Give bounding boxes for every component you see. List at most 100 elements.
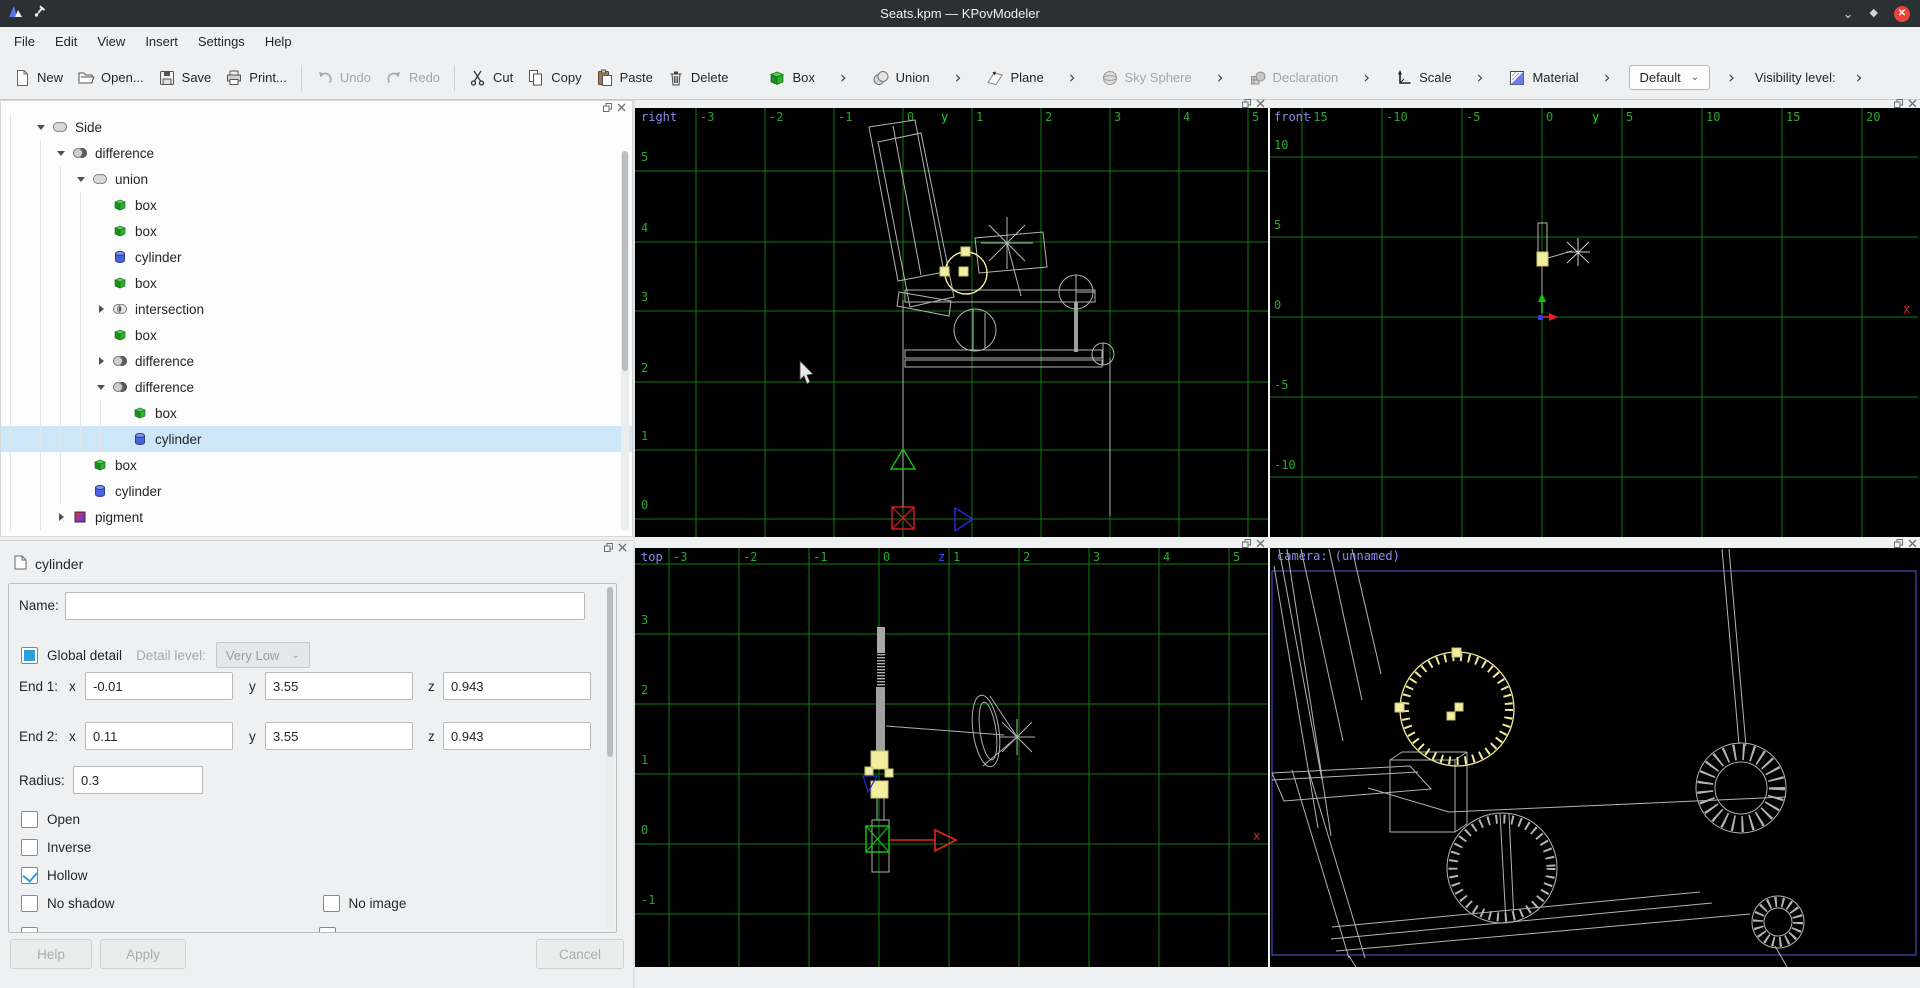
- tree-item-difference[interactable]: difference: [1, 140, 632, 166]
- apply-button[interactable]: Apply: [100, 939, 186, 969]
- name-input[interactable]: [65, 592, 585, 620]
- dock-float-icon[interactable]: [1242, 539, 1251, 548]
- properties-scrollbar[interactable]: [606, 587, 614, 931]
- expand-arrow-icon[interactable]: [31, 114, 51, 140]
- expand-arrow-icon[interactable]: [71, 166, 91, 192]
- inverse-checkbox[interactable]: [21, 839, 38, 856]
- toolbar-print-button[interactable]: Print...: [218, 64, 294, 92]
- expand-arrow-icon[interactable]: [91, 374, 111, 400]
- tree-item-box[interactable]: box: [1, 400, 632, 426]
- radius-input[interactable]: [73, 766, 203, 794]
- right-wireframe: [869, 120, 1114, 516]
- dock-float-icon[interactable]: [1894, 99, 1903, 108]
- tree-item-cylinder-selected[interactable]: cylinder: [1, 426, 632, 452]
- cancel-button[interactable]: Cancel: [536, 939, 624, 969]
- dock-close-icon[interactable]: [617, 103, 626, 112]
- viewport-camera-canvas[interactable]: camera: (unnamed): [1270, 548, 1920, 967]
- tree-item-box[interactable]: box: [1, 192, 632, 218]
- toolbar-delete-button[interactable]: Delete: [660, 64, 736, 92]
- dock-close-icon[interactable]: [618, 543, 627, 552]
- dock-close-icon[interactable]: [1256, 99, 1265, 108]
- dock-close-icon[interactable]: [1908, 539, 1917, 548]
- menu-edit[interactable]: Edit: [45, 29, 87, 54]
- svg-text:-10: -10: [1386, 110, 1408, 124]
- tree-item-union[interactable]: union: [1, 166, 632, 192]
- menu-file[interactable]: File: [4, 29, 45, 54]
- box-icon: [111, 327, 129, 343]
- svg-text:0: 0: [641, 498, 648, 512]
- tree-item-box[interactable]: box: [1, 452, 632, 478]
- clipped-checkbox[interactable]: [21, 927, 38, 933]
- menu-settings[interactable]: Settings: [188, 29, 255, 54]
- detail-level-dropdown[interactable]: Very Low⌄: [216, 642, 310, 668]
- box-icon: [111, 197, 129, 213]
- tree-item-cylinder[interactable]: cylinder: [1, 244, 632, 270]
- viewport-front-canvas[interactable]: -15-10-50y51015201050-5-10xfront: [1270, 108, 1920, 537]
- dock-float-icon[interactable]: [1242, 99, 1251, 108]
- chevron-right-icon: ›: [1363, 68, 1370, 88]
- toolbar-scale-button[interactable]: Scale: [1388, 64, 1459, 92]
- toolbar-sky-sphere-button[interactable]: Sky Sphere: [1094, 64, 1199, 92]
- toolbar-cut-button[interactable]: Cut: [462, 64, 520, 92]
- toolbar-redo-button[interactable]: Redo: [378, 64, 447, 92]
- hollow-checkbox[interactable]: [21, 867, 38, 884]
- end1-x-input[interactable]: [85, 672, 233, 700]
- collapse-arrow-icon[interactable]: [91, 348, 111, 374]
- viewport-top-canvas[interactable]: -3-2-10z123453210-1xtop: [635, 548, 1268, 967]
- toolbar-declaration-button[interactable]: Declaration: [1242, 64, 1346, 92]
- no-shadow-checkbox[interactable]: [21, 895, 38, 912]
- toolbar-open-button[interactable]: Open...: [70, 64, 151, 92]
- dock-close-icon[interactable]: [1908, 99, 1917, 108]
- tree-scrollbar[interactable]: [621, 151, 629, 531]
- tree-item-Side[interactable]: Side: [1, 114, 632, 140]
- dock-float-icon[interactable]: [604, 543, 613, 552]
- end2-z-input[interactable]: [443, 722, 591, 750]
- tree-item-box[interactable]: box: [1, 322, 632, 348]
- dock-close-icon[interactable]: [1256, 539, 1265, 548]
- tree-item-difference[interactable]: difference: [1, 348, 632, 374]
- collapse-arrow-icon[interactable]: [91, 296, 111, 322]
- difference-icon: [71, 145, 89, 161]
- toolbar-new-button[interactable]: New: [6, 64, 70, 92]
- visibility-level-label: Visibility level:: [1753, 70, 1838, 85]
- menu-help[interactable]: Help: [255, 29, 302, 54]
- tree-item-box[interactable]: box: [1, 270, 632, 296]
- minimize-button[interactable]: ⌄: [1843, 7, 1854, 20]
- end2-y-input[interactable]: [265, 722, 413, 750]
- end1-y-input[interactable]: [265, 672, 413, 700]
- viewport-right-canvas[interactable]: -3-2-10y12345543210right: [635, 108, 1268, 537]
- tree-item-pigment[interactable]: pigment: [1, 504, 632, 530]
- no-image-checkbox[interactable]: [323, 895, 340, 912]
- dock-float-icon[interactable]: [1894, 539, 1903, 548]
- maximize-button[interactable]: ◆: [1870, 8, 1878, 19]
- toolbar-undo-button[interactable]: Undo: [309, 64, 378, 92]
- menu-insert[interactable]: Insert: [135, 29, 188, 54]
- menu-view[interactable]: View: [87, 29, 135, 54]
- collapse-arrow-icon[interactable]: [51, 504, 71, 530]
- toolbar-material-button[interactable]: Material: [1501, 64, 1585, 92]
- end2-label: End 2:: [19, 729, 58, 744]
- clipped-checkbox[interactable]: [319, 927, 336, 933]
- toolbar-plane-button[interactable]: Plane: [979, 64, 1050, 92]
- open-checkbox[interactable]: [21, 811, 38, 828]
- end1-z-input[interactable]: [443, 672, 591, 700]
- tree-item-box[interactable]: box: [1, 218, 632, 244]
- toolbar-paste-button[interactable]: Paste: [589, 64, 660, 92]
- global-detail-checkbox[interactable]: [21, 647, 38, 664]
- tree-item-intersection[interactable]: intersection: [1, 296, 632, 322]
- help-button[interactable]: Help: [10, 939, 92, 969]
- detail-preset-dropdown[interactable]: Default⌄: [1629, 65, 1711, 90]
- toolbar-copy-button[interactable]: Copy: [520, 64, 588, 92]
- dock-float-icon[interactable]: [603, 103, 612, 112]
- union-icon: [91, 171, 109, 187]
- toolbar-union-button[interactable]: Union: [865, 64, 937, 92]
- front-selected-handle: [1537, 252, 1548, 266]
- tree-item-cylinder[interactable]: cylinder: [1, 478, 632, 504]
- toolbar-save-button[interactable]: Save: [151, 64, 219, 92]
- end1-x-label: x: [69, 679, 76, 694]
- end2-x-input[interactable]: [85, 722, 233, 750]
- expand-arrow-icon[interactable]: [51, 140, 71, 166]
- toolbar-box-button[interactable]: Box: [761, 64, 821, 92]
- tree-item-difference[interactable]: difference: [1, 374, 632, 400]
- close-button[interactable]: ✕: [1894, 6, 1910, 22]
